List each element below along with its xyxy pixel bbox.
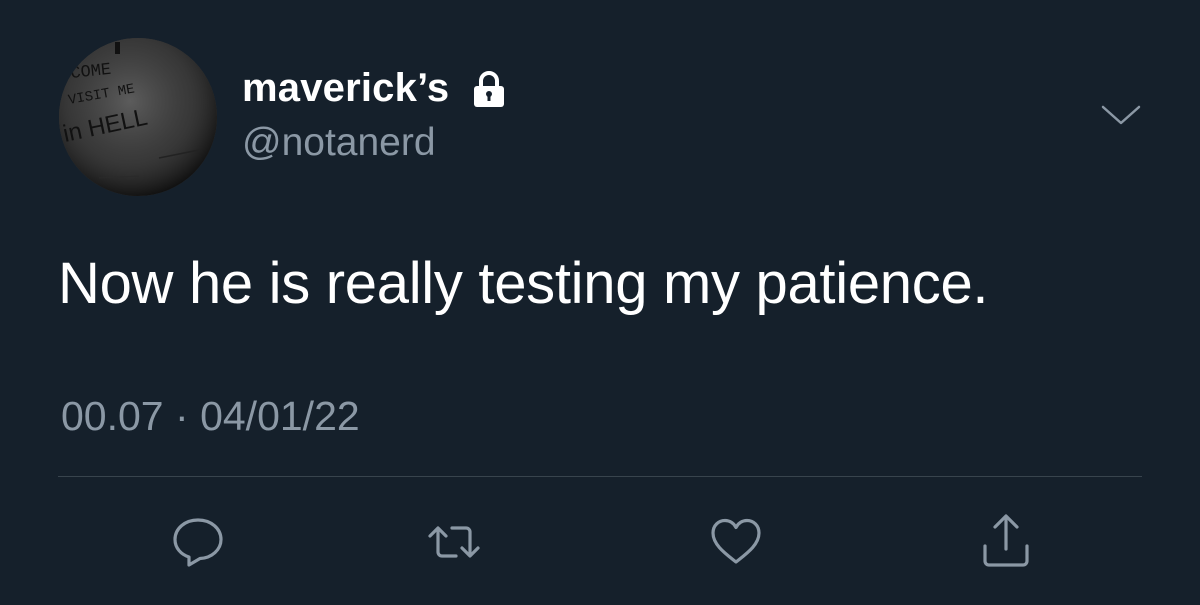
display-name-text: maverick’s <box>242 66 450 110</box>
chevron-down-icon[interactable] <box>1100 102 1142 128</box>
timestamp-separator: · <box>175 393 189 439</box>
share-icon <box>983 514 1029 567</box>
tweet-time: 00.07 <box>61 393 164 439</box>
avatar[interactable]: COME VISIT ME in HELL <box>59 38 217 196</box>
lock-icon <box>474 70 505 107</box>
like-icon <box>711 518 761 564</box>
tweet-date: 04/01/22 <box>200 393 360 439</box>
divider <box>58 476 1142 477</box>
reply-icon <box>173 518 223 567</box>
display-name[interactable]: maverick’s <box>242 66 509 111</box>
tweet-timestamp[interactable]: 00.07 · 04/01/22 <box>61 393 360 440</box>
reply-button[interactable] <box>168 512 228 572</box>
share-button[interactable] <box>976 512 1036 572</box>
like-button[interactable] <box>706 512 766 572</box>
avatar-image: COME VISIT ME in HELL <box>59 38 217 196</box>
tweet-text: Now he is really testing my patience. <box>58 251 989 316</box>
retweet-button[interactable] <box>424 512 484 572</box>
user-handle[interactable]: @notanerd <box>242 121 436 165</box>
retweet-icon <box>428 526 480 558</box>
